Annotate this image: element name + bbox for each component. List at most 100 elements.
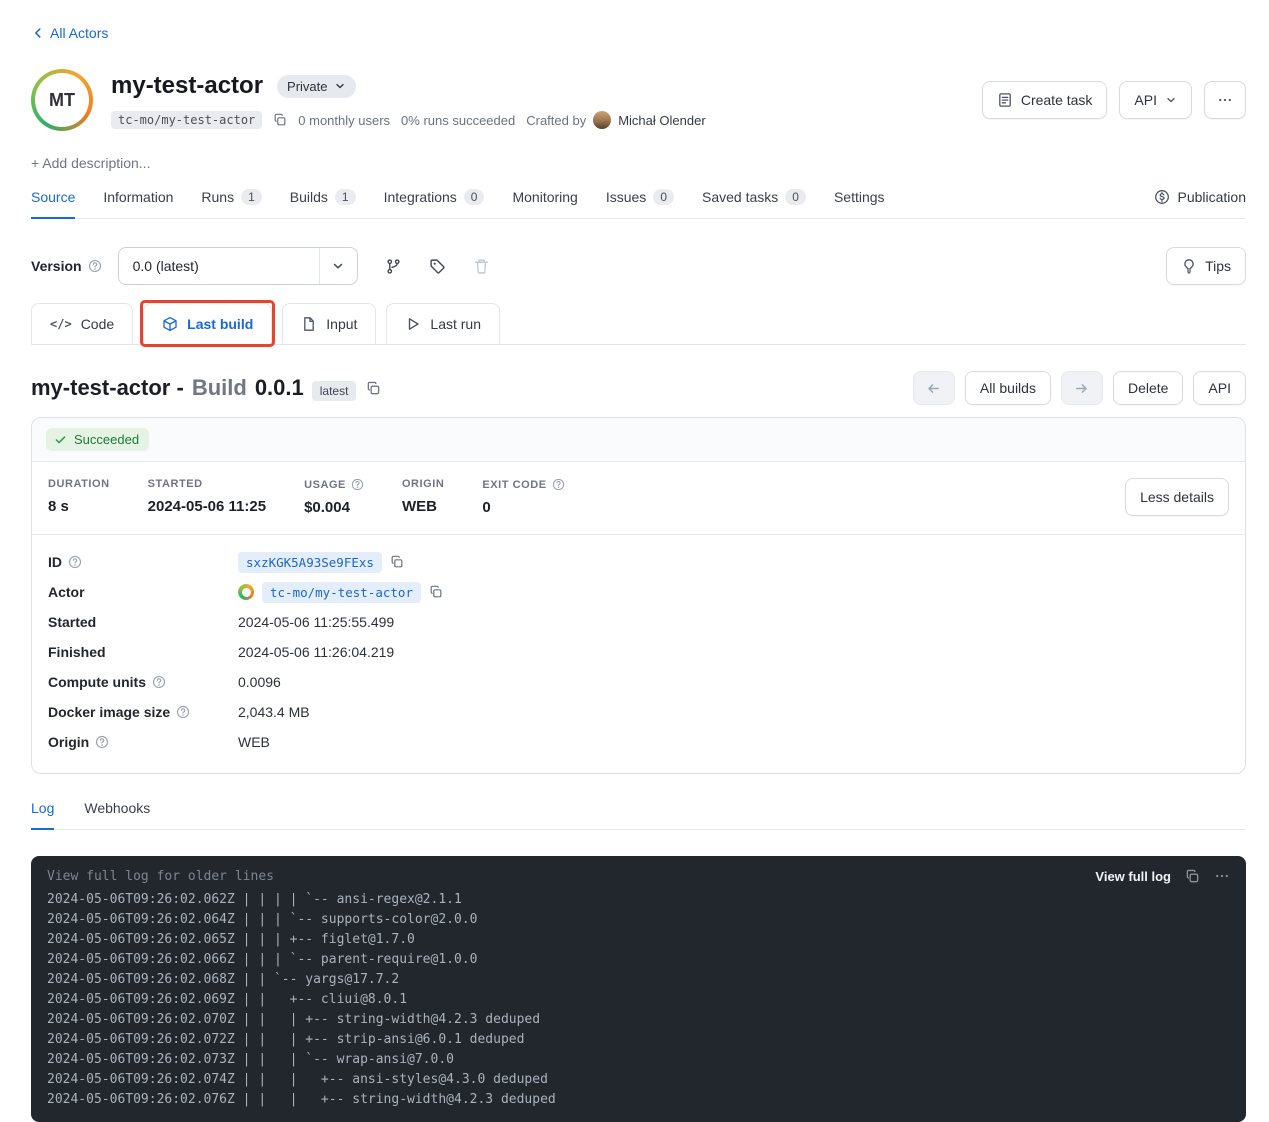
chevron-down-icon <box>334 80 346 92</box>
status-badge: Succeeded <box>46 428 149 451</box>
stat-label: USAGE <box>304 479 346 491</box>
help-icon[interactable] <box>176 705 190 719</box>
add-description-link[interactable]: + Add description... <box>31 155 150 171</box>
play-icon <box>405 316 421 332</box>
log-line: 2024-05-06T09:26:02.070Z | | | +-- strin… <box>47 1010 1230 1030</box>
actor-avatar: MT <box>31 69 93 131</box>
actor-header: MT my-test-actor Private tc-mo/my-test-a… <box>31 69 1246 131</box>
log-tab[interactable]: Log <box>31 800 54 829</box>
publication-link[interactable]: Publication <box>1154 189 1247 218</box>
tag-version-button[interactable] <box>420 248 456 284</box>
log-line: 2024-05-06T09:26:02.074Z | | | +-- ansi-… <box>47 1070 1230 1090</box>
log-more-button[interactable] <box>1214 868 1230 884</box>
tab-label: Builds <box>290 189 328 205</box>
actor-tab[interactable]: Monitoring <box>512 189 577 218</box>
version-label: Version <box>31 258 82 274</box>
copy-icon <box>366 381 381 396</box>
copy-icon <box>390 555 404 569</box>
help-icon[interactable] <box>88 259 102 273</box>
actor-link-badge[interactable]: tc-mo/my-test-actor <box>262 582 421 603</box>
build-header: my-test-actor - Build 0.0.1 latest All b… <box>31 371 1246 405</box>
api-dropdown-button[interactable]: API <box>1119 81 1192 119</box>
subtab-last-build[interactable]: Last build <box>143 303 272 344</box>
log-line: 2024-05-06T09:26:02.066Z | | | `-- paren… <box>47 950 1230 970</box>
log-tabs: Log Webhooks <box>31 800 1246 830</box>
next-build-button[interactable] <box>1061 371 1103 405</box>
copy-icon <box>429 585 443 599</box>
arrow-right-icon <box>1074 381 1089 396</box>
actor-avatar-initials: MT <box>35 73 89 127</box>
stat-label: DURATION <box>48 478 110 490</box>
page-title: my-test-actor <box>111 72 263 100</box>
tab-count-badge: 1 <box>335 189 356 205</box>
visibility-dropdown[interactable]: Private <box>277 75 355 98</box>
task-icon <box>997 92 1013 108</box>
subtab-code[interactable]: </> Code <box>31 303 133 344</box>
log-line: 2024-05-06T09:26:02.062Z | | | | `-- ans… <box>47 890 1230 910</box>
actor-tab[interactable]: Saved tasks 0 <box>702 189 806 218</box>
stat-value: 0 <box>482 499 564 516</box>
copy-handle-button[interactable] <box>273 113 287 127</box>
actor-tab[interactable]: Integrations 0 <box>384 189 485 218</box>
check-icon <box>54 433 67 446</box>
build-id-badge[interactable]: sxzKGK5A93Se9FExs <box>238 552 382 573</box>
chevron-down-icon <box>319 248 357 284</box>
breadcrumb[interactable]: All Actors <box>31 25 108 41</box>
previous-build-button[interactable] <box>913 371 955 405</box>
actor-mini-avatar <box>238 584 254 600</box>
version-bar: Version 0.0 (latest) Tips <box>31 247 1246 285</box>
stat-label: EXIT CODE <box>482 479 546 491</box>
delete-build-button[interactable]: Delete <box>1113 371 1183 405</box>
help-icon[interactable] <box>152 675 166 689</box>
author-avatar <box>593 111 611 129</box>
copy-actor-button[interactable] <box>429 585 443 599</box>
author-name[interactable]: Michał Olender <box>618 113 705 128</box>
copy-build-version-button[interactable] <box>366 381 381 396</box>
actor-tab[interactable]: Information <box>103 189 173 218</box>
copy-id-button[interactable] <box>390 555 404 569</box>
tab-count-badge: 0 <box>464 189 485 205</box>
view-full-log-link[interactable]: View full log <box>1095 869 1171 884</box>
build-stats: DURATION 8 s STARTED 2024-05-06 11:25 <box>48 478 565 516</box>
subtab-input[interactable]: Input <box>282 303 376 344</box>
copy-log-button[interactable] <box>1185 869 1200 884</box>
build-fields: ID sxzKGK5A93Se9FExs Actor tc-mo/my-test… <box>32 534 1245 773</box>
package-icon <box>162 316 178 332</box>
version-select[interactable]: 0.0 (latest) <box>118 247 358 285</box>
copy-icon <box>273 113 287 127</box>
build-api-button[interactable]: API <box>1193 371 1246 405</box>
actor-tab[interactable]: Runs 1 <box>201 189 261 218</box>
more-actions-button[interactable] <box>1204 81 1246 119</box>
stat-value: WEB <box>402 498 444 515</box>
chevron-down-icon <box>1165 94 1177 106</box>
help-icon[interactable] <box>95 735 109 749</box>
help-icon[interactable] <box>552 478 565 491</box>
log-tab[interactable]: Webhooks <box>84 800 150 829</box>
build-stat: USAGE $0.004 <box>304 478 364 516</box>
ellipsis-icon <box>1217 92 1233 108</box>
less-details-button[interactable]: Less details <box>1125 478 1229 516</box>
stat-value: 2024-05-06 11:25 <box>148 498 266 515</box>
actor-tab[interactable]: Issues 0 <box>606 189 674 218</box>
actor-tab[interactable]: Source <box>31 189 75 218</box>
help-icon[interactable] <box>351 478 364 491</box>
field-row-actor: Actor tc-mo/my-test-actor <box>48 577 1229 607</box>
actor-tab[interactable]: Settings <box>834 189 885 218</box>
crafted-by: Crafted by Michał Olender <box>526 111 705 129</box>
delete-version-button[interactable] <box>464 248 500 284</box>
git-branch-button[interactable] <box>376 248 412 284</box>
actor-tab[interactable]: Builds 1 <box>290 189 356 218</box>
stat-label: ORIGIN <box>402 478 444 490</box>
subtab-last-run[interactable]: Last run <box>386 303 500 344</box>
tab-label: Integrations <box>384 189 457 205</box>
create-task-button[interactable]: Create task <box>982 81 1108 119</box>
help-icon[interactable] <box>68 555 82 569</box>
tips-button[interactable]: Tips <box>1166 247 1246 285</box>
build-actor-name: my-test-actor - <box>31 375 184 401</box>
log-lines: 2024-05-06T09:26:02.062Z | | | | `-- ans… <box>47 890 1230 1110</box>
all-builds-button[interactable]: All builds <box>965 371 1051 405</box>
tab-label: Settings <box>834 189 885 205</box>
stat-value: $0.004 <box>304 499 364 516</box>
tab-label: Monitoring <box>512 189 577 205</box>
older-lines-notice[interactable]: View full log for older lines <box>47 869 274 884</box>
